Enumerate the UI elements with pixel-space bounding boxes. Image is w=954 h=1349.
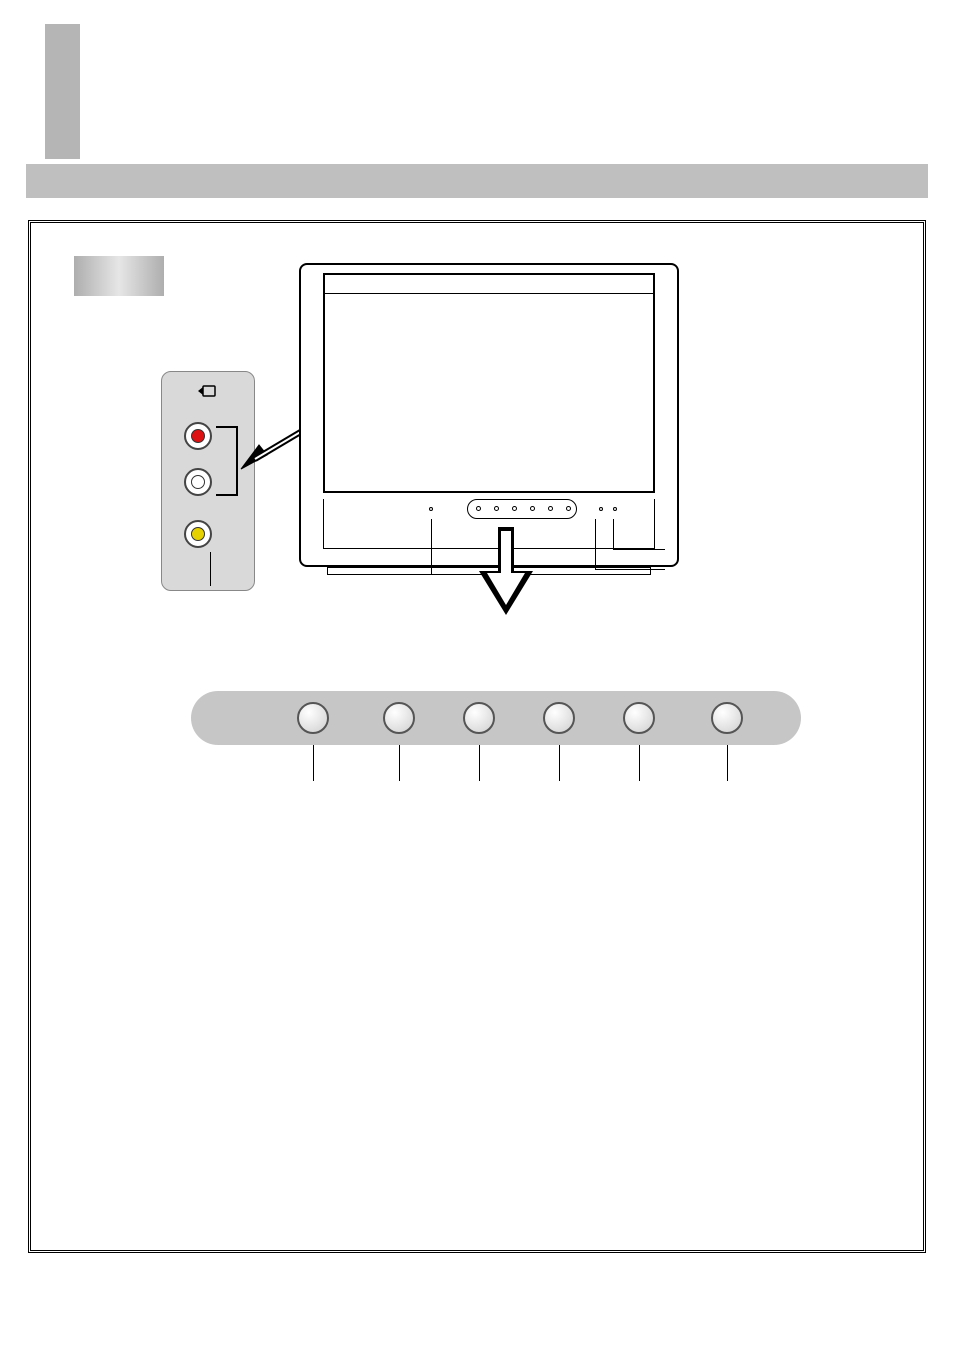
- leader-line: [431, 519, 432, 575]
- front-button-1[interactable]: [297, 702, 329, 734]
- input-source-icon: [197, 382, 219, 400]
- front-button-3[interactable]: [463, 702, 495, 734]
- leader-line: [559, 745, 560, 781]
- audio-bracket-icon: [216, 426, 238, 496]
- leader-line: [595, 519, 665, 581]
- front-button-bar: [191, 691, 801, 745]
- panel-leader-line: [210, 552, 211, 586]
- heading-band: [26, 164, 928, 198]
- page-frame: [28, 220, 926, 1253]
- front-button-4[interactable]: [543, 702, 575, 734]
- indicator-dot: [429, 507, 433, 511]
- leader-line: [639, 745, 640, 781]
- leader-line: [313, 745, 314, 781]
- av-input-panel: [161, 371, 255, 591]
- leader-line: [727, 745, 728, 781]
- button-cluster-outline: [467, 499, 577, 519]
- indicator-dot: [599, 507, 603, 511]
- indicator-dot: [613, 507, 617, 511]
- front-button-2[interactable]: [383, 702, 415, 734]
- leader-line: [479, 745, 480, 781]
- video-jack[interactable]: [184, 520, 212, 548]
- side-tab: [45, 24, 80, 159]
- front-button-6[interactable]: [711, 702, 743, 734]
- audio-right-jack[interactable]: [184, 422, 212, 450]
- audio-left-jack[interactable]: [184, 468, 212, 496]
- section-label-box: [73, 255, 165, 297]
- leader-line: [399, 745, 400, 781]
- front-button-5[interactable]: [623, 702, 655, 734]
